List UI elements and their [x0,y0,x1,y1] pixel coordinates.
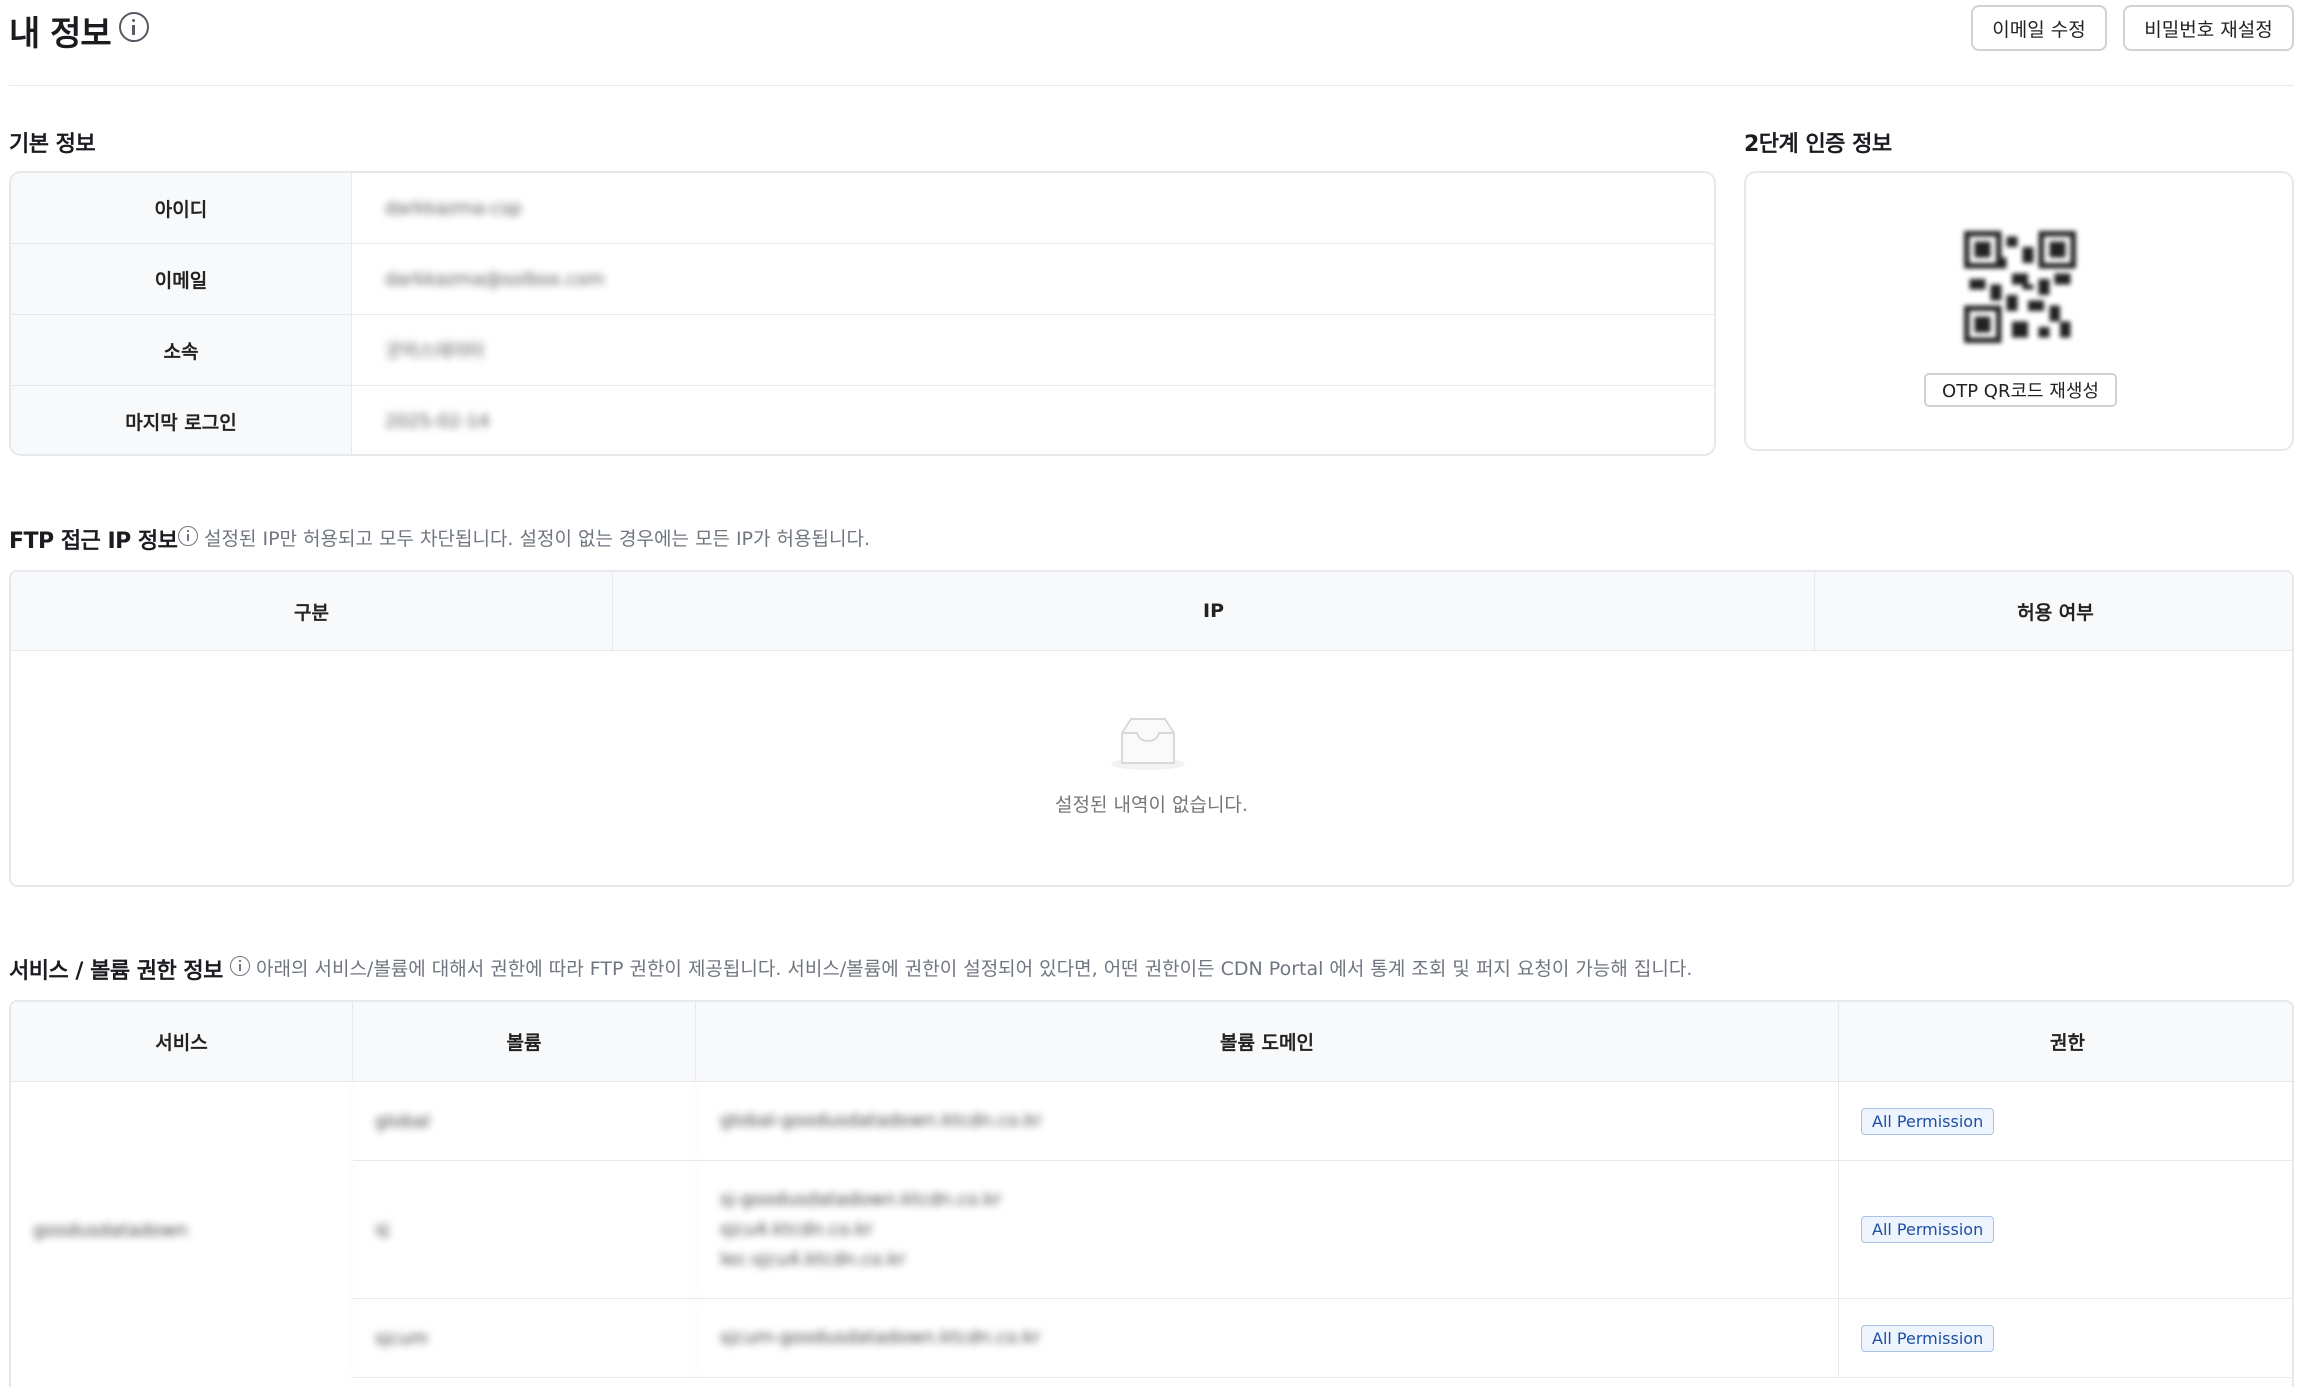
basic-info-label: 마지막 로그인 [11,386,352,454]
basic-info-label: 소속 [11,315,352,385]
edit-email-button[interactable]: 이메일 수정 [1971,5,2107,51]
basic-info-value: 2025-02-14 [385,411,490,432]
basic-info-value: darkkazma-csp [385,197,522,219]
table-row: sjcum sjcum-goodusdatadown.ktcdn.co.kr A… [353,1299,2292,1378]
volume-domains: sj-goodusdatadown.ktcdn.co.kr sjcu4.ktcd… [696,1161,1839,1298]
basic-info-value: darkkazma@solbox.com [385,268,605,290]
basic-info-row-id: 아이디 darkkazma-csp [11,173,1714,244]
basic-info-row-last-login: 마지막 로그인 2025-02-14 [11,386,1714,454]
ftp-empty-text: 설정된 내역이 없습니다. [1055,794,1248,816]
basic-info-table: 아이디 darkkazma-csp 이메일 darkkazma@solbox.c… [9,171,1716,456]
otp-panel: OTP QR코드 재생성 [1744,171,2294,451]
services-info-icon [230,956,250,976]
volume-domain: global-goodusdatadown.ktcdn.co.kr [720,1110,1042,1131]
services-table-header: 서비스 볼륨 볼륨 도메인 권한 [11,1002,2292,1082]
services-title: 서비스 / 볼륨 권한 정보 [9,959,223,984]
permission-cell: All Permission [1839,1082,2292,1160]
services-table: 서비스 볼륨 볼륨 도메인 권한 goodusdatadown global g… [9,1000,2294,1387]
otp-regenerate-button[interactable]: OTP QR코드 재생성 [1924,373,2117,407]
ftp-col-allowed: 허용 여부 [2017,601,2094,624]
services-hint: 아래의 서비스/볼륨에 대해서 권한에 따라 FTP 권한이 제공됩니다. 서비… [256,958,1693,980]
basic-info-row-email: 이메일 darkkazma@solbox.com [11,244,1714,315]
volume-domain: sjcu4.ktcdn.co.kr [720,1218,873,1240]
volume-name: sjcum [353,1299,696,1377]
service-name: goodusdatadown [11,1082,353,1378]
basic-info-row-affiliation: 소속 굿어스데이터 [11,315,1714,386]
volume-domain: sjcum-goodusdatadown.ktcdn.co.kr [720,1327,1041,1348]
volume-domain: sj-goodusdatadown.ktcdn.co.kr [720,1188,1002,1210]
page-header: 내 정보 이메일 수정 비밀번호 재설정 [9,0,2294,86]
ftp-ip-table: 구분 IP 허용 여부 설정된 내역이 없습니다. [9,570,2294,887]
otp-qr-code [1964,231,2076,343]
services-col-permission: 권한 [2050,1032,2085,1054]
volume-domains: sjcum-goodusdatadown.ktcdn.co.kr [696,1299,1839,1377]
basic-info-label: 아이디 [11,173,352,243]
basic-info-value: 굿어스데이터 [385,341,485,362]
services-col-domain: 볼륨 도메인 [696,1002,1839,1081]
permission-badge: All Permission [1861,1107,1995,1135]
ftp-hint: 설정된 IP만 허용되고 모두 차단됩니다. 설정이 없는 경우에는 모든 IP… [204,528,870,550]
table-row: global global-goodusdatadown.ktcdn.co.kr… [353,1082,2292,1161]
reset-password-button[interactable]: 비밀번호 재설정 [2123,5,2294,51]
permission-cell: All Permission [1839,1299,2292,1377]
volume-domains: global-goodusdatadown.ktcdn.co.kr [696,1082,1839,1160]
info-icon[interactable] [119,12,149,42]
ftp-col-category: 구분 [11,572,613,650]
ftp-col-ip: IP [613,572,1815,650]
permission-badge: All Permission [1861,1324,1995,1352]
permission-badge: All Permission [1861,1216,1995,1243]
services-col-service: 서비스 [11,1002,353,1081]
page-title: 내 정보 [9,14,112,54]
basic-info-label: 이메일 [11,244,352,314]
ftp-table-header: 구분 IP 허용 여부 [11,572,2292,651]
basic-info-title: 기본 정보 [9,132,96,157]
ftp-info-icon [178,526,198,546]
permission-cell: All Permission [1839,1161,2292,1298]
services-col-volume: 볼륨 [353,1002,696,1081]
empty-inbox-icon [1111,718,1185,770]
volume-name: sj [353,1161,696,1298]
volume-name: global [353,1082,696,1160]
table-row: sj sj-goodusdatadown.ktcdn.co.kr sjcu4.k… [353,1161,2292,1299]
ftp-title: FTP 접근 IP 정보 [9,529,178,554]
volume-domain: lec-sjcu4.ktcdn.co.kr [720,1248,906,1270]
otp-title: 2단계 인증 정보 [1744,132,1892,157]
